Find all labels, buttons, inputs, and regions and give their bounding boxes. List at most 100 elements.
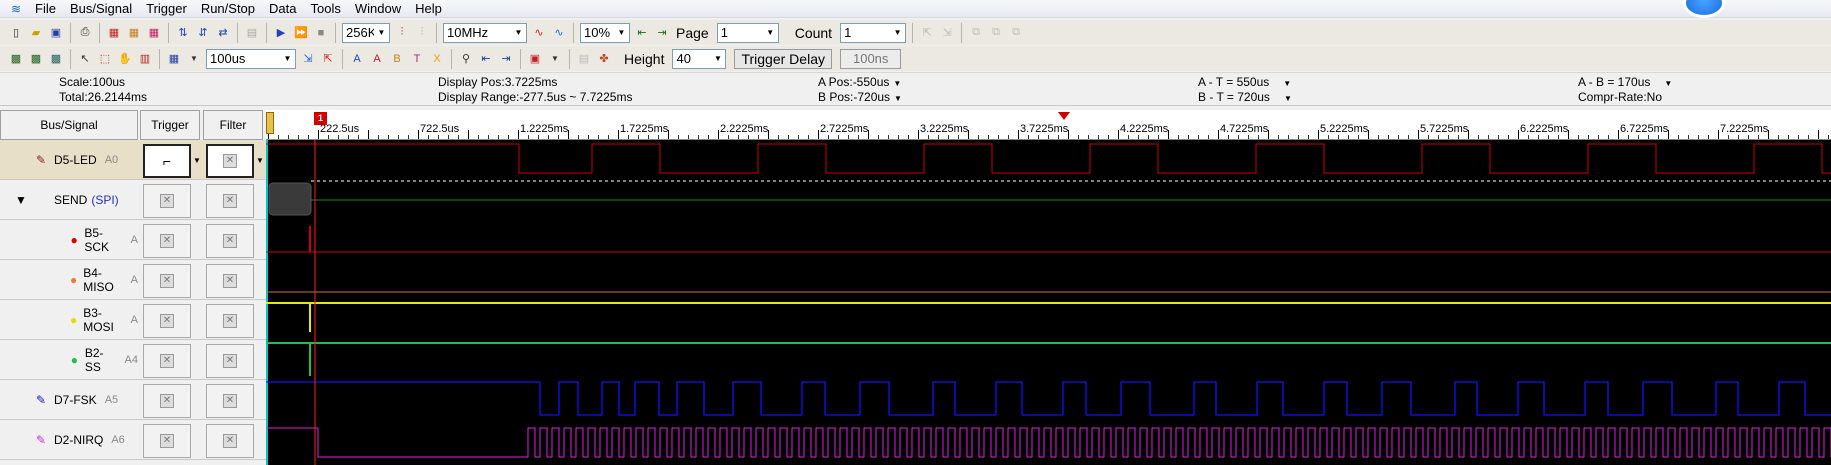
signal-name-cell[interactable]: ✎ D2-NIRQ A6: [0, 420, 138, 459]
trigger-cell[interactable]: ✕: [143, 384, 199, 418]
save-icon[interactable]: ▣: [47, 24, 65, 42]
menu-tools[interactable]: Tools: [303, 0, 347, 18]
trigger-button[interactable]: ✕: [143, 344, 191, 378]
bus-signal-header[interactable]: Bus/Signal: [0, 110, 138, 140]
pointer-icon[interactable]: ↖: [76, 50, 94, 68]
signal-name-cell[interactable]: ▼ SEND (SPI): [0, 180, 138, 219]
menu-run-stop[interactable]: Run/Stop: [194, 0, 262, 18]
stop-icon[interactable]: ■: [312, 24, 330, 42]
menu-file[interactable]: File: [28, 0, 63, 18]
chevron-down-icon[interactable]: ▼: [185, 50, 203, 68]
rising-edge-trigger-button[interactable]: ⌐: [143, 144, 191, 178]
signal-row-d5-led[interactable]: ✎ D5-LED A0 ⌐ ▼ ✕ ▼: [0, 140, 266, 180]
trigger-cell[interactable]: ✕: [143, 424, 199, 458]
sample-depth-select[interactable]: 256K ▼: [342, 22, 390, 43]
trigger-button[interactable]: ✕: [143, 264, 191, 298]
trigger-button[interactable]: ✕: [143, 304, 191, 338]
filter-cell[interactable]: ✕: [206, 344, 262, 378]
signal-row-send[interactable]: ▼ SEND (SPI) ✕ ✕: [0, 180, 266, 220]
signal-down-icon[interactable]: ⇵: [194, 24, 212, 42]
signal-row-b2-ss[interactable]: ● B2-SS A4 ✕ ✕: [0, 340, 266, 380]
view-list-icon[interactable]: ▩: [27, 50, 45, 68]
cursor-marker[interactable]: 1: [314, 112, 327, 125]
new-file-icon[interactable]: ▯: [7, 24, 25, 42]
signal-name-cell[interactable]: ● B2-SS A4: [0, 340, 138, 379]
filter-cell[interactable]: ✕: [206, 264, 262, 298]
timebase-select[interactable]: 100us ▼: [206, 48, 296, 69]
trigger-delay-button[interactable]: Trigger Delay: [734, 48, 832, 69]
signal-name-cell[interactable]: ✎ D5-LED A0: [0, 140, 138, 179]
hand-icon[interactable]: ✋: [116, 50, 134, 68]
filter-header[interactable]: Filter: [203, 110, 263, 140]
ruler-scroll-icon[interactable]: [266, 112, 274, 134]
grid-icon[interactable]: ▦: [165, 50, 183, 68]
signal-row-d2-nirq[interactable]: ✎ D2-NIRQ A6 ✕ ✕: [0, 420, 266, 460]
zoom-in-icon[interactable]: ⇲: [299, 50, 317, 68]
print-icon[interactable]: ⎙: [76, 24, 94, 42]
menu-window[interactable]: Window: [348, 0, 408, 18]
signal-up-icon[interactable]: ⇅: [174, 24, 192, 42]
trigger-button[interactable]: ✕: [143, 424, 191, 458]
bar-ab-icon[interactable]: A: [368, 50, 386, 68]
trigger-cell[interactable]: ✕: [143, 344, 199, 378]
select-icon[interactable]: ⬚: [96, 50, 114, 68]
trigger-cell[interactable]: ✕: [143, 184, 199, 218]
trigger-cell[interactable]: ✕: [143, 304, 199, 338]
view-state-icon[interactable]: ▩: [47, 50, 65, 68]
signal-name-cell[interactable]: ● B5-SCK A: [0, 220, 138, 259]
binoculars-icon[interactable]: ⚲: [457, 50, 475, 68]
trigger-position-select[interactable]: 10% ▼: [580, 22, 630, 43]
rate-down-icon[interactable]: ∿: [550, 24, 568, 42]
trigger-button[interactable]: ✕: [143, 384, 191, 418]
b-t-select[interactable]: B - T = 720us ▼: [1198, 89, 1292, 107]
open-folder-icon[interactable]: ▰: [27, 24, 45, 42]
filter-cell[interactable]: ✕ ▼: [206, 144, 264, 178]
ruler-icon[interactable]: ▥: [136, 50, 154, 68]
trigger-cell[interactable]: ⌐ ▼: [143, 144, 201, 178]
bar-a-icon[interactable]: A: [348, 50, 366, 68]
depth-minus-icon[interactable]: ⫶: [413, 24, 431, 42]
menu-help[interactable]: Help: [408, 0, 449, 18]
collapse-triangle-icon[interactable]: ▼: [14, 193, 28, 207]
chevron-down-icon[interactable]: ▼: [193, 156, 201, 165]
depth-plus-icon[interactable]: ⫶: [393, 24, 411, 42]
filter-button[interactable]: ✕: [206, 224, 254, 258]
marker-icon[interactable]: ✤: [595, 50, 613, 68]
bus-config-icon[interactable]: ▦: [145, 24, 163, 42]
chevron-down-icon[interactable]: ▼: [256, 156, 264, 165]
menu-trigger[interactable]: Trigger: [139, 0, 194, 18]
search-prev-icon[interactable]: ⇤: [477, 50, 495, 68]
search-next-icon[interactable]: ⇥: [497, 50, 515, 68]
bar-t-icon[interactable]: T: [408, 50, 426, 68]
trigger-button[interactable]: ✕: [143, 184, 191, 218]
signal-row-b5-sck[interactable]: ● B5-SCK A ✕ ✕: [0, 220, 266, 260]
filter-button[interactable]: ✕: [206, 384, 254, 418]
filter-cell[interactable]: ✕: [206, 224, 262, 258]
b-pos-select[interactable]: B Pos:-720us ▼: [818, 89, 902, 107]
count-select[interactable]: 1 ▼: [840, 22, 907, 43]
signal-row-d7-fsk[interactable]: ✎ D7-FSK A5 ✕ ✕: [0, 380, 266, 420]
filter-button[interactable]: ✕: [206, 304, 254, 338]
trigger-cell[interactable]: ✕: [143, 224, 199, 258]
height-select[interactable]: 40 ▼: [672, 48, 727, 69]
trigger-position-marker[interactable]: [1058, 112, 1070, 120]
signal-move-icon[interactable]: ⇄: [214, 24, 232, 42]
signal-name-cell[interactable]: ● B4-MISO A: [0, 260, 138, 299]
zoom-out-icon[interactable]: ⇱: [319, 50, 337, 68]
trigger-cell[interactable]: ✕: [143, 264, 199, 298]
view-waveform-icon[interactable]: ▩: [7, 50, 25, 68]
trigger-header[interactable]: Trigger: [140, 110, 200, 140]
filter-cell[interactable]: ✕: [206, 184, 262, 218]
filter-button[interactable]: ✕: [206, 344, 254, 378]
filter-button[interactable]: ✕: [206, 144, 254, 178]
page-select[interactable]: 1 ▼: [716, 22, 779, 43]
trigger-button[interactable]: ✕: [143, 224, 191, 258]
zoom-right-icon[interactable]: ⇥: [653, 24, 671, 42]
bar-x-icon[interactable]: X: [428, 50, 446, 68]
bus-add-icon[interactable]: ▦: [105, 24, 123, 42]
signal-name-cell[interactable]: ✎ D7-FSK A5: [0, 380, 138, 419]
color-config-icon[interactable]: ▣: [526, 50, 544, 68]
filter-button[interactable]: ✕: [206, 264, 254, 298]
filter-cell[interactable]: ✕: [206, 384, 262, 418]
chevron-down-icon[interactable]: ▼: [546, 50, 564, 68]
